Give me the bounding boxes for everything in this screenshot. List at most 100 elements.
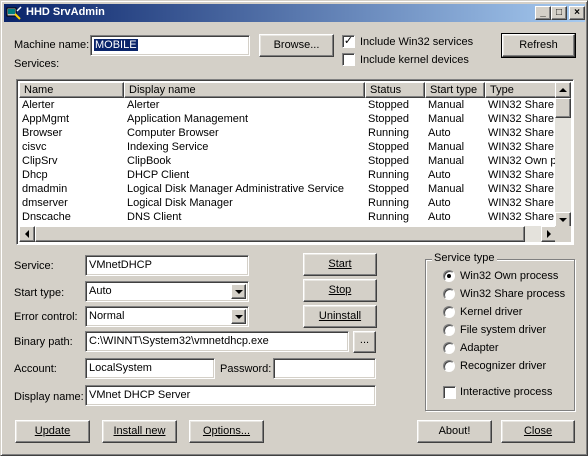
cell-display-name: DHCP Client [127,169,190,181]
column-header-display-name[interactable]: Display name [124,82,365,98]
refresh-button[interactable]: Refresh [501,33,576,58]
services-list-header: Name Display name Status Start type Type [19,82,557,98]
interactive-process-label[interactable]: Interactive process [460,386,552,398]
column-header-status[interactable]: Status [365,82,425,98]
close-window-button[interactable]: × [569,6,585,20]
scroll-up-button[interactable] [555,82,571,98]
cell-name: Alerter [22,99,55,111]
radio-file-system-driver[interactable] [443,324,455,336]
error-control-select[interactable]: Normal [85,306,249,327]
services-label: Services: [14,58,60,70]
radio-adapter[interactable] [443,342,455,354]
machine-name-value: MOBILE [94,39,138,51]
include-kernel-checkbox[interactable] [342,53,355,66]
close-button[interactable]: Close [501,420,575,443]
radio-label-win32-own-process[interactable]: Win32 Own process [460,270,558,282]
binary-path-browse-button[interactable]: ... [353,331,376,353]
include-win32-label[interactable]: Include Win32 services [360,36,473,48]
table-row[interactable]: dmserver Logical Disk Manager Running Auto W… [19,196,557,210]
column-header-name[interactable]: Name [19,82,124,98]
radio-win32-share-process[interactable] [443,288,455,300]
service-input[interactable]: VMnetDHCP [85,255,249,276]
update-button[interactable]: Update [15,420,90,443]
table-row[interactable]: Alerter Alerter Stopped Manual WIN32 Share [19,98,557,112]
table-row[interactable]: ClipSrv ClipBook Stopped Manual WIN32 Own p [19,154,557,168]
minimize-button[interactable]: _ [535,6,551,20]
radio-label-kernel-driver[interactable]: Kernel driver [460,306,522,318]
radio-label-recognizer-driver[interactable]: Recognizer driver [460,360,546,372]
cell-display-name: Indexing Service [127,141,209,153]
password-input[interactable] [273,358,376,379]
radio-label-win32-share-process[interactable]: Win32 Share process [460,288,565,300]
radio-win32-own-process[interactable] [443,270,455,282]
cell-start-type: Manual [428,183,465,195]
radio-kernel-driver[interactable] [443,306,455,318]
install-new-button[interactable]: Install new [102,420,177,443]
cell-type: WIN32 Share [488,127,555,139]
table-row[interactable]: Browser Computer Browser Running Auto WIN32 … [19,126,557,140]
cell-start-type: Auto [428,197,451,209]
cell-status: Running [368,169,409,181]
cell-name: ClipSrv [22,155,58,167]
start-type-select[interactable]: Auto [85,281,249,302]
chevron-down-icon[interactable] [231,309,246,324]
cell-type: WIN32 Share [488,211,555,223]
cell-type: WIN32 Share [488,113,555,125]
table-row[interactable]: cisvc Indexing Service Stopped Manual WIN32 … [19,140,557,154]
column-header-type[interactable]: Type [485,82,557,98]
scroll-corner [555,226,571,242]
start-type-value: Auto [89,285,112,297]
table-row[interactable]: Dnscache DNS Client Running Auto WIN32 Share [19,210,557,224]
vertical-scroll-thumb[interactable] [555,98,571,118]
account-input[interactable]: LocalSystem [85,358,215,379]
cell-start-type: Manual [428,113,465,125]
stop-button[interactable]: Stop [303,279,377,302]
browse-button[interactable]: Browse... [259,34,334,57]
horizontal-scrollbar[interactable] [19,226,557,242]
title-bar[interactable]: HHD SrvAdmin _ □ × [4,4,585,22]
about-button[interactable]: About! [417,420,492,443]
horizontal-scroll-thumb[interactable] [35,226,525,242]
table-row[interactable]: AppMgmt Application Management Stopped Manu… [19,112,557,126]
display-name-input[interactable]: VMnet DHCP Server [85,385,376,406]
table-row[interactable]: Dhcp DHCP Client Running Auto WIN32 Share [19,168,557,182]
about-button-label: About! [438,425,471,437]
vertical-scrollbar[interactable] [555,82,571,228]
cell-start-type: Auto [428,169,451,181]
options-button[interactable]: Options... [189,420,264,443]
cell-status: Running [368,211,409,223]
cell-type: WIN32 Share [488,141,555,153]
radio-recognizer-driver[interactable] [443,360,455,372]
main-window: HHD SrvAdmin _ □ × Machine name: MOBILE … [0,0,588,456]
chevron-down-icon[interactable] [231,284,246,299]
services-list[interactable]: Name Display name Status Start type Type… [16,79,574,245]
uninstall-button[interactable]: Uninstall [303,305,377,328]
cell-name: Browser [22,127,63,139]
interactive-process-checkbox[interactable] [443,386,456,399]
include-kernel-label[interactable]: Include kernel devices [360,54,469,66]
service-label: Service: [14,260,54,272]
cell-name: dmadmin [22,183,68,195]
minimize-icon: _ [540,7,546,18]
cell-type: WIN32 Share [488,99,555,111]
machine-name-input[interactable]: MOBILE [90,35,250,56]
start-type-label: Start type: [14,287,65,299]
cell-status: Stopped [368,141,409,153]
machine-name-label: Machine name: [14,39,90,51]
cell-start-type: Manual [428,141,465,153]
start-button[interactable]: Start [303,253,377,276]
display-name-label: Display name: [14,391,84,403]
include-win32-checkbox[interactable]: ✓ [342,35,355,48]
cell-name: AppMgmt [22,113,70,125]
cell-name: dmserver [22,197,68,209]
cell-type: WIN32 Share [488,183,555,195]
column-header-start-type[interactable]: Start type [425,82,485,98]
maximize-icon: □ [555,7,563,18]
scroll-left-button[interactable] [19,226,35,242]
radio-label-file-system-driver[interactable]: File system driver [460,324,546,336]
services-list-body: Name Display name Status Start type Type… [19,82,557,228]
table-row[interactable]: dmadmin Logical Disk Manager Administrati… [19,182,557,196]
binary-path-input[interactable]: C:\WINNT\System32\vmnetdhcp.exe [85,331,349,352]
radio-label-adapter[interactable]: Adapter [460,342,499,354]
maximize-button[interactable]: □ [551,6,567,20]
